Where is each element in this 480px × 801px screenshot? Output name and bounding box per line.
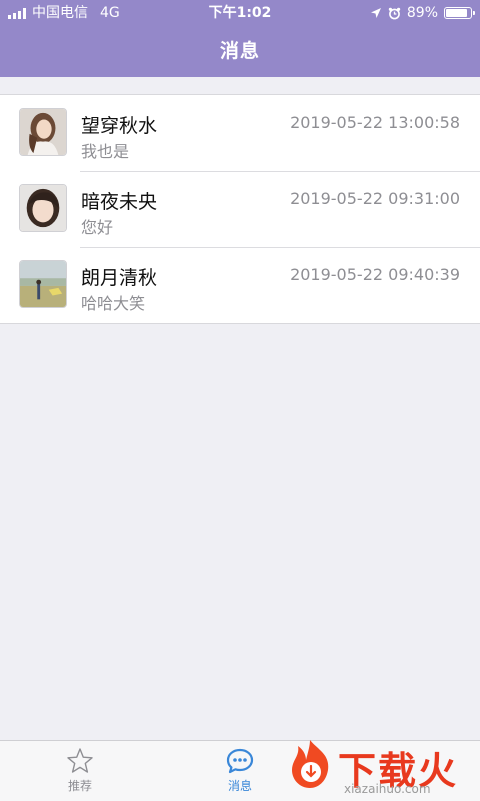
- avatar: [19, 108, 67, 156]
- message-time: 2019-05-22 09:31:00: [290, 189, 460, 208]
- chat-bubble-icon: [226, 748, 254, 774]
- message-preview: 我也是: [81, 142, 130, 161]
- status-bar: 中国电信 4G 下午1:02 89%: [0, 0, 480, 26]
- watermark-logo: 下载火 xiazaihuo.com: [270, 734, 480, 800]
- message-row[interactable]: 暗夜未央 您好 2019-05-22 09:31:00: [0, 171, 480, 247]
- status-right: 89%: [370, 0, 475, 26]
- message-preview: 您好: [81, 218, 114, 237]
- battery-fill: [446, 9, 468, 17]
- star-icon: [67, 748, 93, 773]
- contact-name: 望穿秋水: [81, 115, 158, 137]
- avatar: [19, 184, 67, 232]
- message-row[interactable]: 望穿秋水 我也是 2019-05-22 13:00:58: [0, 95, 480, 171]
- message-time: 2019-05-22 09:40:39: [290, 265, 460, 284]
- battery-icon: [444, 7, 475, 19]
- tab-recommend[interactable]: 推荐: [30, 741, 130, 801]
- contact-name: 朗月清秋: [81, 267, 158, 289]
- contact-name: 暗夜未央: [81, 191, 158, 213]
- battery-percent: 89%: [406, 5, 438, 21]
- location-arrow-icon: [370, 8, 381, 18]
- avatar: [19, 260, 67, 308]
- battery-cap: [473, 11, 475, 15]
- message-preview: 哈哈大笑: [81, 294, 146, 313]
- avatar-photo-woman-icon: [20, 109, 66, 155]
- flame-logo-icon: [292, 740, 329, 788]
- watermark-url: xiazaihuo.com: [344, 782, 431, 796]
- page-title: 消息: [219, 40, 260, 62]
- message-row[interactable]: 朗月清秋 哈哈大笑 2019-05-22 09:40:39: [0, 247, 480, 323]
- avatar-photo-girl-icon: [20, 185, 66, 231]
- avatar-photo-landscape-icon: [20, 261, 66, 307]
- message-time: 2019-05-22 13:00:58: [290, 113, 460, 132]
- tab-label: 推荐: [67, 779, 92, 793]
- header-bar: 中国电信 4G 下午1:02 89% 消息: [0, 0, 480, 77]
- alarm-clock-icon: [388, 7, 401, 19]
- message-list: 望穿秋水 我也是 2019-05-22 13:00:58 暗夜未央 您好 201…: [0, 94, 480, 324]
